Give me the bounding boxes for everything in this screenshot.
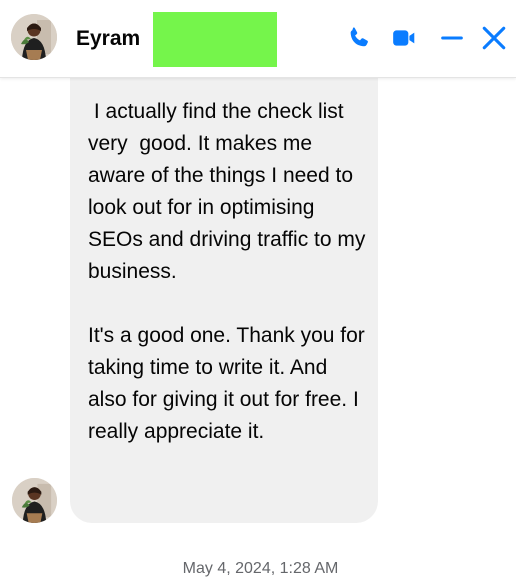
video-camera-icon[interactable] <box>391 25 417 51</box>
contact-name[interactable]: Eyram <box>76 27 140 51</box>
message-paragraph-2: It's a good one. Thank you for taking ti… <box>88 324 371 443</box>
message-text: I actually find the check list very good… <box>88 96 370 448</box>
message-paragraph-1: I actually find the check list very good… <box>88 100 372 283</box>
phone-icon[interactable] <box>346 25 372 51</box>
chat-header: Eyram <box>0 0 516 78</box>
redaction-block <box>153 12 277 67</box>
minimize-icon[interactable] <box>439 25 465 51</box>
close-icon[interactable] <box>481 25 507 51</box>
sender-avatar[interactable] <box>12 478 57 523</box>
message-timestamp: May 4, 2024, 1:28 AM <box>182 560 339 577</box>
contact-avatar[interactable] <box>11 14 57 60</box>
